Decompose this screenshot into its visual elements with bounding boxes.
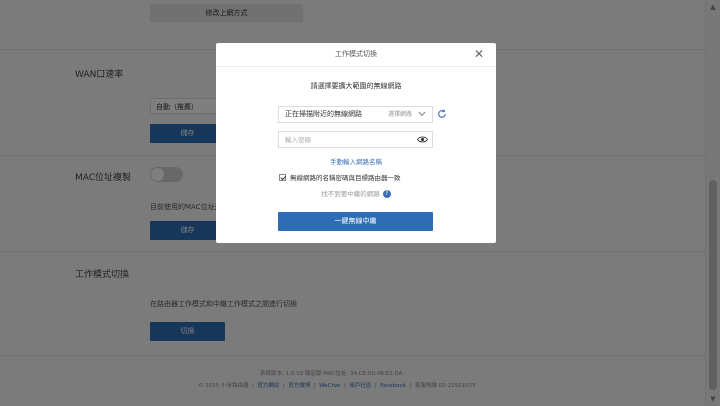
close-icon[interactable]: ✕ bbox=[474, 47, 484, 61]
same-credentials-label: 無線網路的名稱密碼與目標路由器一致 bbox=[290, 174, 401, 182]
dialog-subtitle: 請選擇要擴大範圍的無線網路 bbox=[310, 82, 402, 90]
password-field[interactable] bbox=[278, 131, 433, 148]
network-select-label: 正在掃描附近的無線網路 bbox=[285, 110, 362, 118]
dialog-title: 工作模式切換 bbox=[335, 50, 377, 58]
dialog-header: 工作模式切換 ✕ bbox=[216, 43, 496, 67]
eye-icon[interactable] bbox=[417, 135, 428, 144]
work-mode-dialog: 工作模式切換 ✕ 請選擇要擴大範圍的無線網路 正在掃描附近的無線網路 選擇網路 … bbox=[216, 43, 496, 243]
wireless-repeat-button[interactable]: 一鍵無線中繼 bbox=[278, 212, 433, 231]
manual-ssid-link[interactable]: 手動輸入網路名稱 bbox=[216, 156, 496, 166]
password-input[interactable] bbox=[279, 132, 405, 147]
chevron-down-icon bbox=[418, 111, 426, 117]
refresh-icon[interactable] bbox=[437, 109, 447, 119]
help-row: 找不到要中繼的網路? bbox=[216, 188, 496, 198]
network-select[interactable]: 正在掃描附近的無線網路 選擇網路 bbox=[278, 106, 433, 123]
help-icon[interactable]: ? bbox=[382, 190, 391, 198]
help-text: 找不到要中繼的網路 bbox=[321, 190, 380, 198]
same-credentials-checkbox[interactable] bbox=[279, 174, 286, 181]
network-select-hint: 選擇網路 bbox=[387, 111, 412, 118]
